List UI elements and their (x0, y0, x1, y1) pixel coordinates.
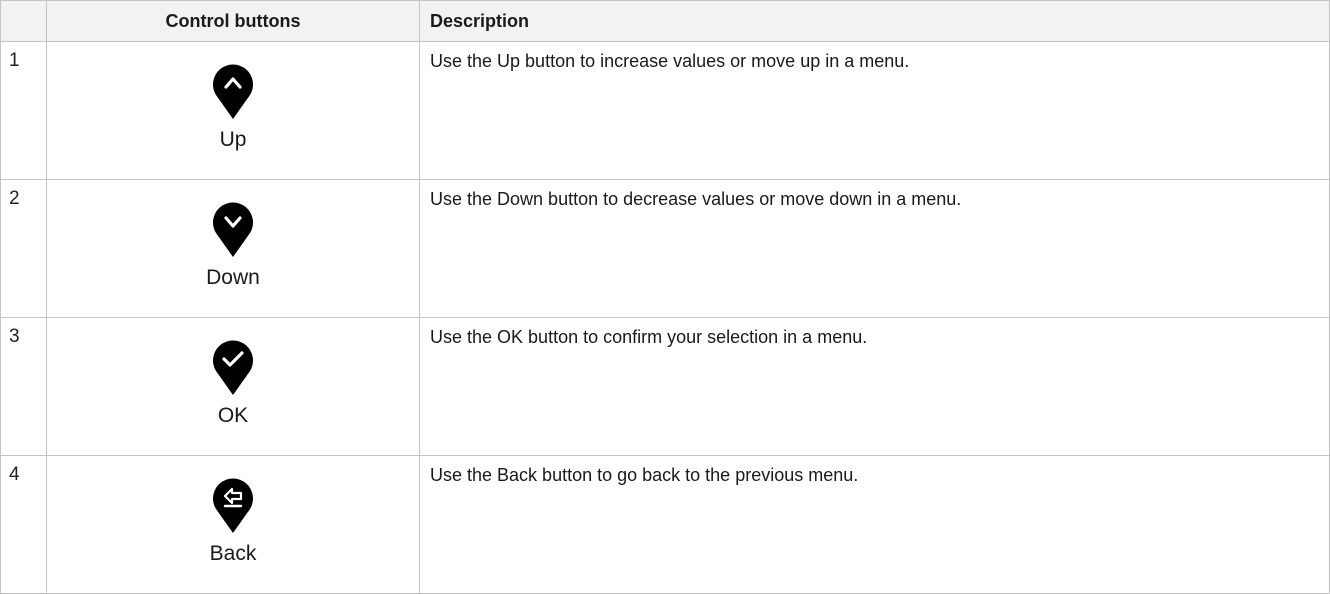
row-description: Use the Up button to increase values or … (419, 41, 1330, 180)
header-description: Description (419, 0, 1330, 42)
row-description: Use the OK button to confirm your select… (419, 317, 1330, 456)
row-description: Use the Down button to decrease values o… (419, 179, 1330, 318)
row-number: 3 (0, 317, 47, 456)
header-control-buttons: Control buttons (46, 0, 420, 42)
chevron-down-icon (213, 202, 253, 257)
table-row: 3 OK Use the OK button to confirm your s… (0, 317, 1330, 456)
chevron-up-icon (213, 64, 253, 119)
row-number: 1 (0, 41, 47, 180)
control-cell: Up (46, 41, 420, 180)
header-number-cell (0, 0, 47, 42)
row-description: Use the Back button to go back to the pr… (419, 455, 1330, 594)
table-row: 2 Down Use the Down button to decrease v… (0, 179, 1330, 318)
back-arrow-icon (213, 478, 253, 533)
table-row: 1 Up Use the Up button to increase value… (0, 41, 1330, 180)
control-cell: Back (46, 455, 420, 594)
table-header-row: Control buttons Description (0, 0, 1330, 42)
row-number: 2 (0, 179, 47, 318)
control-label: OK (217, 404, 249, 427)
table-row: 4 Back Use the Back button to go back to… (0, 455, 1330, 594)
control-label: Down (206, 266, 260, 289)
control-buttons-table: Control buttons Description 1 Up Use the… (0, 0, 1330, 594)
control-label: Up (219, 128, 247, 151)
control-cell: OK (46, 317, 420, 456)
control-cell: Down (46, 179, 420, 318)
control-label: Back (209, 542, 257, 565)
row-number: 4 (0, 455, 47, 594)
checkmark-icon (213, 340, 253, 395)
